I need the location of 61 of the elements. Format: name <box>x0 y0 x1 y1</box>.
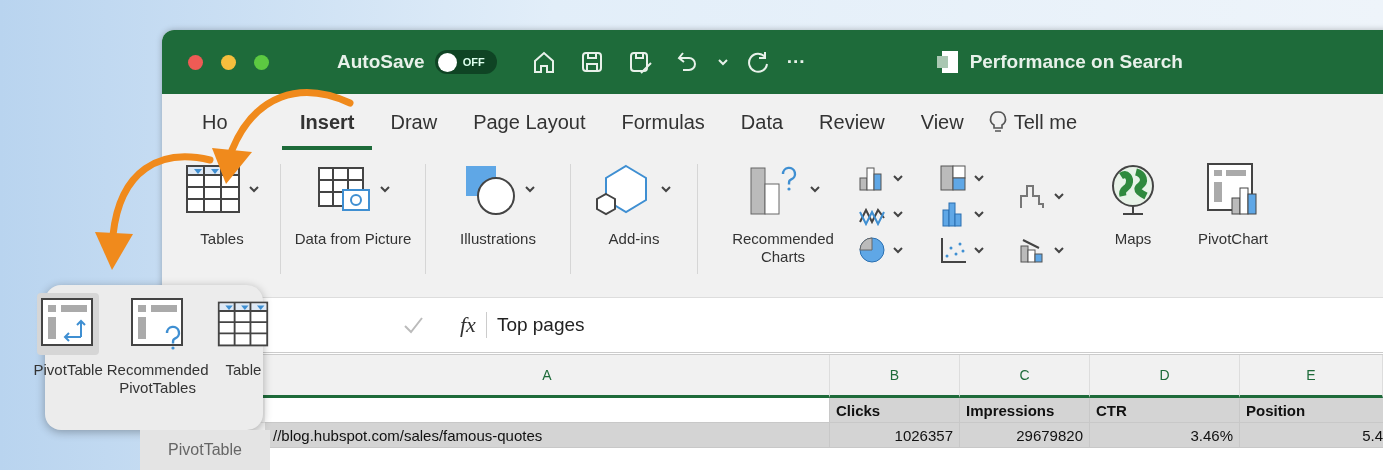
table-cell: Clicks <box>830 398 960 423</box>
table-cell: 1026357 <box>830 423 960 448</box>
ribbon-label[interactable]: Illustrations <box>460 230 536 248</box>
ribbon-label[interactable]: Maps <box>1114 230 1152 248</box>
function-label[interactable]: fx <box>460 312 487 338</box>
column-header[interactable]: D <box>1090 355 1240 398</box>
caret-icon <box>379 183 391 195</box>
caret-icon <box>892 208 904 220</box>
caret-icon <box>972 172 985 184</box>
table-cell: 29679820 <box>960 423 1090 448</box>
ribbon-label[interactable]: PivotChart <box>1198 230 1268 248</box>
column-header[interactable]: E <box>1240 355 1383 398</box>
ribbon-tab[interactable]: Review <box>801 94 903 150</box>
ribbon-tab[interactable]: Data <box>722 94 802 150</box>
minimize-button[interactable] <box>221 54 236 70</box>
autosave-label: AutoSave <box>337 51 425 73</box>
tell-me-field[interactable]: Tell me <box>1013 110 1077 134</box>
ribbon-tab[interactable]: Draw <box>372 94 456 150</box>
caret-icon <box>972 208 985 220</box>
window-title: Performance on Search <box>969 51 1183 73</box>
ribbon-label[interactable]: Tables <box>200 230 244 248</box>
table-cell: Impressions <box>960 398 1090 423</box>
column-header[interactable]: B <box>830 355 960 398</box>
table-cell: 5.4 <box>1240 423 1383 448</box>
menu-item-label[interactable]: PivotTable <box>33 361 103 379</box>
ribbon-label[interactable]: Data from Picture <box>294 230 412 248</box>
tooltip: PivotTable <box>140 430 270 470</box>
caret-icon <box>972 244 985 256</box>
menu-item-label[interactable]: Recommended PivotTables <box>106 361 209 397</box>
caret-icon <box>1053 244 1066 256</box>
lightbulb-icon[interactable] <box>987 110 1008 134</box>
table-cell: //blog.hubspot.com/sales/famous-quotes <box>265 423 830 448</box>
excel-file-icon <box>935 49 960 75</box>
column-header[interactable]: C <box>960 355 1090 398</box>
caret-icon <box>660 183 672 195</box>
table-cell: CTR <box>1090 398 1240 423</box>
caret-icon <box>892 172 904 184</box>
ribbon-label[interactable]: Recommended Charts <box>708 230 858 266</box>
column-header[interactable]: A <box>265 355 830 398</box>
table-cell: 3.46% <box>1090 423 1240 448</box>
ribbon-tab[interactable]: View <box>902 94 982 150</box>
scatter-chart-icon[interactable] <box>938 236 967 264</box>
ribbon-tab[interactable]: Page Layout <box>455 94 604 150</box>
caret-icon[interactable] <box>716 56 729 68</box>
menu-item-icon[interactable] <box>37 293 100 355</box>
treemap-icon[interactable] <box>938 164 967 192</box>
caret-icon <box>892 244 904 256</box>
ribbon-tab[interactable]: Formulas <box>603 94 723 150</box>
ribbon-label[interactable]: Add-ins <box>608 230 660 248</box>
more-button[interactable]: ··· <box>786 51 806 73</box>
caret-icon <box>1053 190 1066 202</box>
autosave-toggle[interactable]: OFF <box>434 50 497 74</box>
caret-icon <box>809 183 821 195</box>
caret-icon <box>248 183 260 195</box>
caret-icon <box>524 183 536 195</box>
menu-item-label[interactable]: Table <box>225 361 262 379</box>
formula-value[interactable]: Top pages <box>496 314 585 336</box>
zoom-button[interactable] <box>254 54 269 70</box>
table-cell: Position <box>1240 398 1383 423</box>
pie-chart-icon[interactable] <box>858 236 886 264</box>
ribbon-tab[interactable]: Ho <box>184 94 246 150</box>
